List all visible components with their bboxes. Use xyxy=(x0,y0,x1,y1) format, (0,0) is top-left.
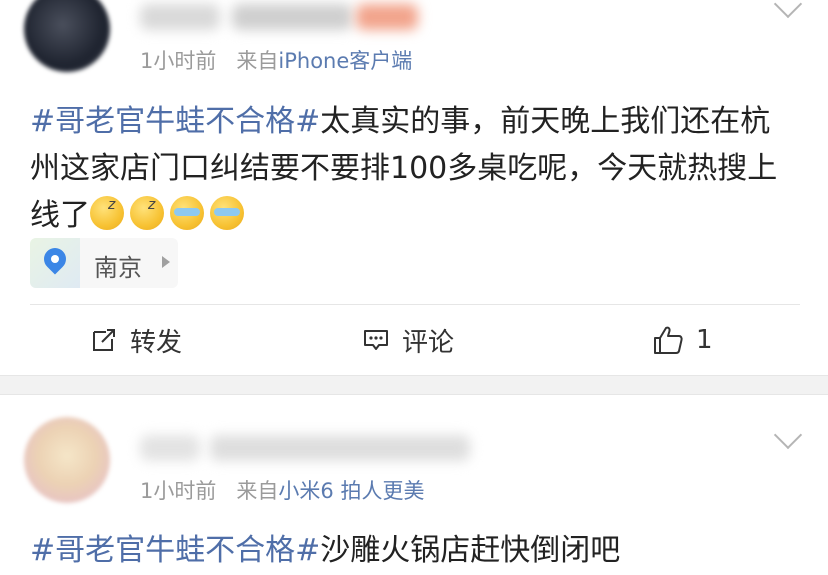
avatar[interactable] xyxy=(24,417,110,503)
map-thumbnail xyxy=(30,238,80,288)
post-text: 沙雕火锅店赶快倒闭吧 xyxy=(320,533,621,568)
post-meta: 1小时前 来自iPhone客户端 xyxy=(140,45,412,75)
username-blurred[interactable] xyxy=(232,4,352,30)
badge-blurred xyxy=(356,4,418,30)
username-blurred[interactable] xyxy=(210,435,470,461)
location-tag[interactable]: 南京 xyxy=(30,238,178,288)
weibo-post-2: 1小时前 来自小米6 拍人更美 #哥老官牛蛙不合格#沙雕火锅店赶快倒闭吧 xyxy=(0,395,828,575)
like-count: 1 xyxy=(696,325,713,355)
source-prefix: 来自 xyxy=(236,49,279,73)
repost-icon xyxy=(93,329,115,351)
post-content: #哥老官牛蛙不合格#太真实的事，前天晚上我们还在杭州这家店门口纠结要不要排100… xyxy=(30,98,800,239)
comment-label: 评论 xyxy=(402,327,455,358)
laugh-cry-emoji-icon xyxy=(210,196,244,230)
post-time: 1小时前 xyxy=(140,479,217,503)
chevron-right-icon xyxy=(162,256,170,268)
laugh-cry-emoji-icon xyxy=(170,196,204,230)
location-pin-icon xyxy=(39,243,71,275)
weibo-post-1: 1小时前 来自iPhone客户端 #哥老官牛蛙不合格#太真实的事，前天晚上我们还… xyxy=(0,0,828,375)
username-blurred[interactable] xyxy=(140,4,220,30)
like-button[interactable]: 1 xyxy=(652,318,713,362)
repost-button[interactable]: 转发 xyxy=(90,318,182,362)
chevron-down-icon[interactable] xyxy=(773,0,803,19)
post-source[interactable]: iPhone客户端 xyxy=(278,49,412,73)
hashtag-link[interactable]: #哥老官牛蛙不合格# xyxy=(30,533,320,568)
sleepy-emoji-icon xyxy=(130,182,164,230)
source-prefix: 来自 xyxy=(236,479,279,503)
avatar[interactable] xyxy=(24,0,110,72)
post-separator xyxy=(0,375,828,395)
location-label: 南京 xyxy=(94,254,142,282)
chevron-down-icon[interactable] xyxy=(773,420,803,450)
thumbs-up-icon xyxy=(654,326,683,354)
hashtag-link[interactable]: #哥老官牛蛙不合格# xyxy=(30,104,320,139)
comment-icon xyxy=(364,330,388,350)
post-meta: 1小时前 来自小米6 拍人更美 xyxy=(140,475,424,505)
post-time: 1小时前 xyxy=(140,49,217,73)
post-source[interactable]: 小米6 拍人更美 xyxy=(278,479,424,503)
divider xyxy=(30,304,800,305)
post-content: #哥老官牛蛙不合格#沙雕火锅店赶快倒闭吧 xyxy=(30,527,800,574)
repost-label: 转发 xyxy=(130,327,183,358)
comment-button[interactable]: 评论 xyxy=(362,318,454,362)
username-blurred[interactable] xyxy=(140,435,200,461)
sleepy-emoji-icon xyxy=(90,182,124,230)
